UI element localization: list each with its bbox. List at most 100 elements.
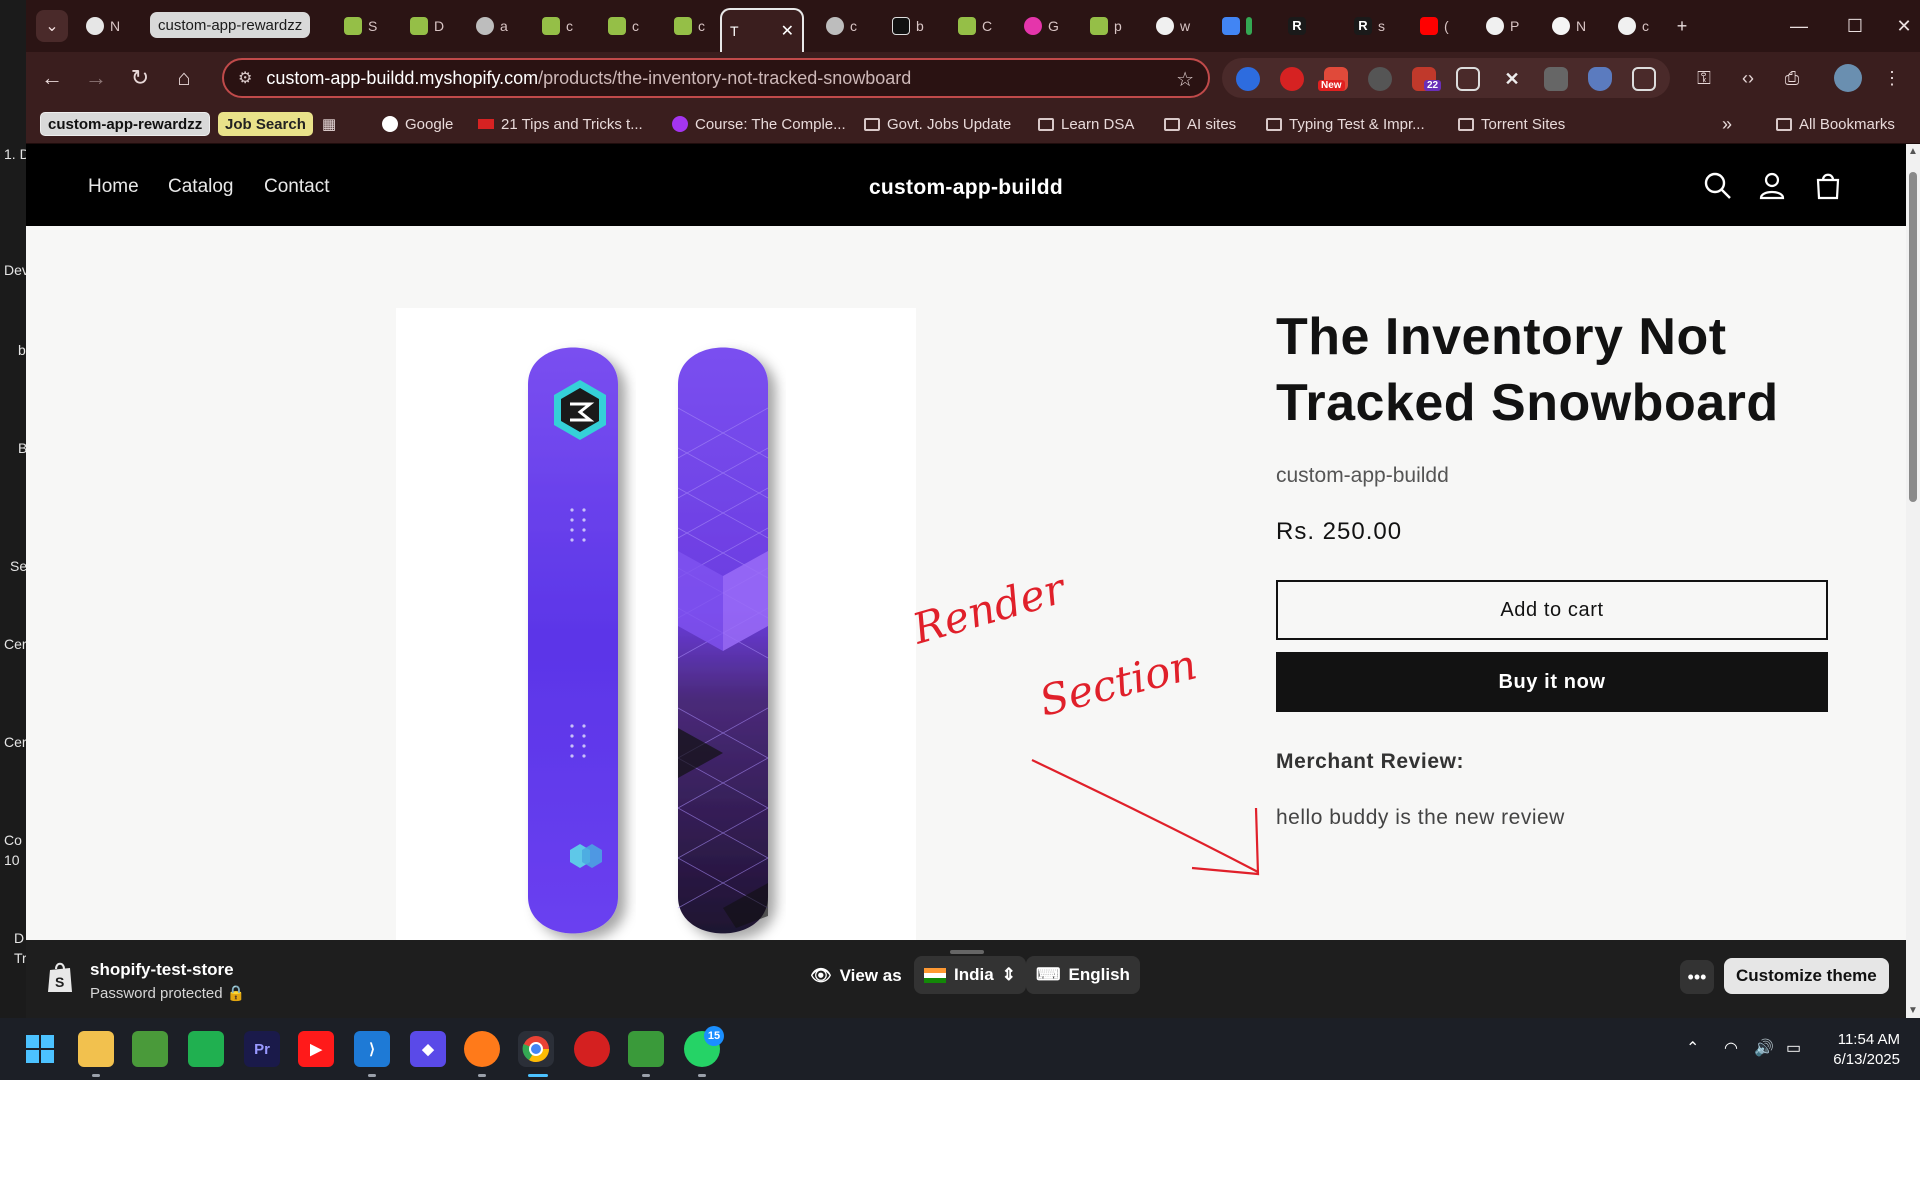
search-icon[interactable]: [1702, 170, 1734, 202]
tab[interactable]: b: [884, 10, 932, 42]
app-icon[interactable]: [628, 1031, 664, 1067]
vscode-icon[interactable]: ⟩: [354, 1031, 390, 1067]
bookmark-item[interactable]: Google: [382, 112, 453, 136]
all-bookmarks-button[interactable]: All Bookmarks: [1776, 112, 1895, 136]
wifi-icon[interactable]: ◠: [1724, 1038, 1738, 1058]
bookmark-item[interactable]: Course: The Comple...: [672, 112, 846, 136]
bookmark-folder[interactable]: Learn DSA: [1038, 112, 1134, 136]
bookmark-label: Learn DSA: [1061, 115, 1135, 133]
tab[interactable]: (: [1412, 10, 1457, 42]
close-icon[interactable]: ✕: [781, 21, 794, 41]
tab[interactable]: c: [600, 10, 647, 42]
side-label: Tr: [14, 950, 27, 966]
store-logo-text[interactable]: custom-app-buildd: [26, 176, 1906, 200]
bookmark-item[interactable]: 21 Tips and Tricks t...: [478, 112, 643, 136]
layers-app-icon[interactable]: [132, 1031, 168, 1067]
scroll-up-icon[interactable]: ▲: [1908, 146, 1918, 157]
forward-button[interactable]: →: [78, 60, 114, 96]
site-info-icon[interactable]: ⚙: [238, 68, 252, 88]
profile-avatar[interactable]: [1834, 64, 1862, 92]
chevron-up-icon[interactable]: ⌃: [1686, 1038, 1699, 1058]
tab[interactable]: S: [336, 10, 385, 42]
language-selector[interactable]: ⌨ English: [1026, 956, 1140, 994]
tab[interactable]: c: [818, 10, 865, 42]
drag-handle[interactable]: [950, 950, 984, 954]
firefox-icon[interactable]: [464, 1031, 500, 1067]
adblock-icon[interactable]: [1280, 67, 1304, 91]
back-button[interactable]: ←: [34, 60, 70, 96]
buy-now-button[interactable]: Buy it now: [1276, 652, 1828, 712]
cart-icon[interactable]: [1812, 170, 1844, 202]
extension-icon[interactable]: [1544, 67, 1568, 91]
chrome-taskbar-icon[interactable]: [518, 1031, 554, 1067]
volume-icon[interactable]: 🔊: [1754, 1038, 1774, 1058]
tab[interactable]: R: [1280, 10, 1314, 42]
tab[interactable]: D: [402, 10, 452, 42]
maximize-button[interactable]: ☐: [1832, 10, 1878, 42]
extension-icon[interactable]: [1236, 67, 1260, 91]
apps-grid-icon[interactable]: ▦: [322, 112, 336, 136]
tab[interactable]: c: [534, 10, 581, 42]
file-explorer-icon[interactable]: [78, 1031, 114, 1067]
bookmark-folder[interactable]: AI sites: [1164, 112, 1236, 136]
address-bar[interactable]: ⚙ custom-app-buildd.myshopify.com/produc…: [222, 58, 1210, 98]
bookmark-folder[interactable]: Govt. Jobs Update: [864, 112, 1011, 136]
bookmark-label: Google: [405, 115, 454, 133]
youtube-app-icon[interactable]: ▶: [298, 1031, 334, 1067]
mute-icon[interactable]: ✕: [1500, 67, 1524, 91]
print-icon[interactable]: ⎙: [1778, 64, 1806, 92]
bookmark-star-icon[interactable]: ☆: [1176, 67, 1194, 92]
system-clock[interactable]: 11:54 AM 6/13/2025: [1820, 1030, 1900, 1070]
tab[interactable]: N: [78, 10, 128, 42]
bookmark-group-chip[interactable]: Job Search: [218, 112, 313, 136]
android-studio-icon[interactable]: [188, 1031, 224, 1067]
bookmarks-overflow-button[interactable]: »: [1722, 112, 1732, 136]
tab[interactable]: [1214, 10, 1260, 42]
more-options-button[interactable]: •••: [1680, 960, 1714, 994]
tab[interactable]: p: [1082, 10, 1130, 42]
bookmark-group-chip[interactable]: custom-app-rewardzz: [40, 112, 211, 136]
home-button[interactable]: ⌂: [166, 60, 202, 96]
app-icon[interactable]: ◆: [410, 1031, 446, 1067]
extension-icon[interactable]: [1368, 67, 1392, 91]
minimize-button[interactable]: —: [1776, 10, 1822, 42]
chrome-icon: [86, 17, 104, 35]
new-tab-button[interactable]: +: [1664, 10, 1700, 42]
windows-start-icon[interactable]: [22, 1031, 58, 1067]
scroll-down-icon[interactable]: ▼: [1908, 1005, 1918, 1016]
reload-button[interactable]: ↻: [122, 60, 158, 96]
close-window-button[interactable]: ✕: [1888, 10, 1920, 42]
annotation-text-render: Render: [906, 563, 1073, 654]
tab[interactable]: w: [1148, 10, 1198, 42]
bookmark-folder[interactable]: Typing Test & Impr...: [1266, 112, 1425, 136]
bookmark-folder[interactable]: Torrent Sites: [1458, 112, 1565, 136]
battery-icon[interactable]: ▭: [1786, 1038, 1801, 1058]
country-selector[interactable]: India ⇕: [914, 956, 1026, 994]
customize-theme-button[interactable]: Customize theme: [1724, 958, 1889, 994]
add-to-cart-button[interactable]: Add to cart: [1276, 580, 1828, 640]
code-icon[interactable]: ‹›: [1734, 64, 1762, 92]
tab[interactable]: C: [950, 10, 1000, 42]
app-icon[interactable]: [574, 1031, 610, 1067]
premiere-pro-icon[interactable]: Pr: [244, 1031, 280, 1067]
tab[interactable]: Rs: [1346, 10, 1393, 42]
tab-search-button[interactable]: ⌄: [36, 10, 68, 42]
reader-icon[interactable]: [1456, 67, 1480, 91]
tab[interactable]: c: [1610, 10, 1657, 42]
product-image[interactable]: [396, 308, 916, 1018]
scrollbar-thumb[interactable]: [1909, 172, 1917, 502]
shield-icon[interactable]: [1588, 67, 1612, 91]
more-menu-icon[interactable]: ⋮: [1878, 64, 1906, 92]
tab-active[interactable]: T ✕: [720, 8, 804, 52]
tab[interactable]: c: [666, 10, 713, 42]
tab-group-label[interactable]: custom-app-rewardzz: [150, 12, 311, 38]
key-icon[interactable]: ⚿: [1690, 64, 1718, 92]
tab[interactable]: G: [1016, 10, 1067, 42]
puzzle-icon[interactable]: [1632, 67, 1656, 91]
account-icon[interactable]: [1756, 170, 1788, 202]
tab[interactable]: N: [1544, 10, 1594, 42]
tab[interactable]: P: [1478, 10, 1527, 42]
tab[interactable]: a: [468, 10, 516, 42]
page-scrollbar[interactable]: ▲ ▼: [1906, 144, 1920, 1018]
side-label: b: [18, 342, 26, 358]
